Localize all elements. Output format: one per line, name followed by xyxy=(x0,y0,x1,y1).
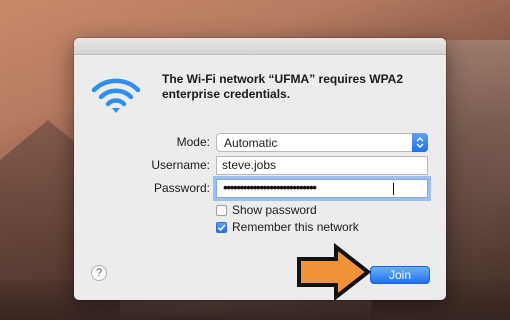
wifi-credentials-dialog: The Wi-Fi network “UFMA” requires WPA2 e… xyxy=(74,38,446,300)
mode-select[interactable]: Automatic xyxy=(216,133,428,152)
remember-network-label: Remember this network xyxy=(232,220,359,234)
username-label: Username: xyxy=(151,158,210,172)
arrow-right-icon xyxy=(296,242,372,302)
password-label: Password: xyxy=(153,181,210,195)
dialog-message: The Wi-Fi network “UFMA” requires WPA2 e… xyxy=(162,72,404,101)
text-caret xyxy=(393,183,394,195)
checkmark-icon[interactable] xyxy=(216,222,227,233)
password-field[interactable]: •••••••••••••••••••••••••••• xyxy=(216,179,428,198)
username-value: steve.jobs xyxy=(222,158,277,172)
mode-label: Mode: xyxy=(176,135,210,149)
wifi-icon xyxy=(91,74,141,114)
username-field[interactable]: steve.jobs xyxy=(216,156,428,175)
checkbox-unchecked[interactable] xyxy=(216,205,227,216)
show-password-label: Show password xyxy=(232,203,317,217)
chevron-updown-icon[interactable] xyxy=(412,133,428,152)
mode-select-value: Automatic xyxy=(224,136,278,150)
password-masked-value: •••••••••••••••••••••••••••• xyxy=(223,179,317,195)
help-button[interactable]: ? xyxy=(91,265,107,281)
join-button[interactable]: Join xyxy=(370,266,430,284)
dialog-titlebar[interactable] xyxy=(74,38,446,55)
